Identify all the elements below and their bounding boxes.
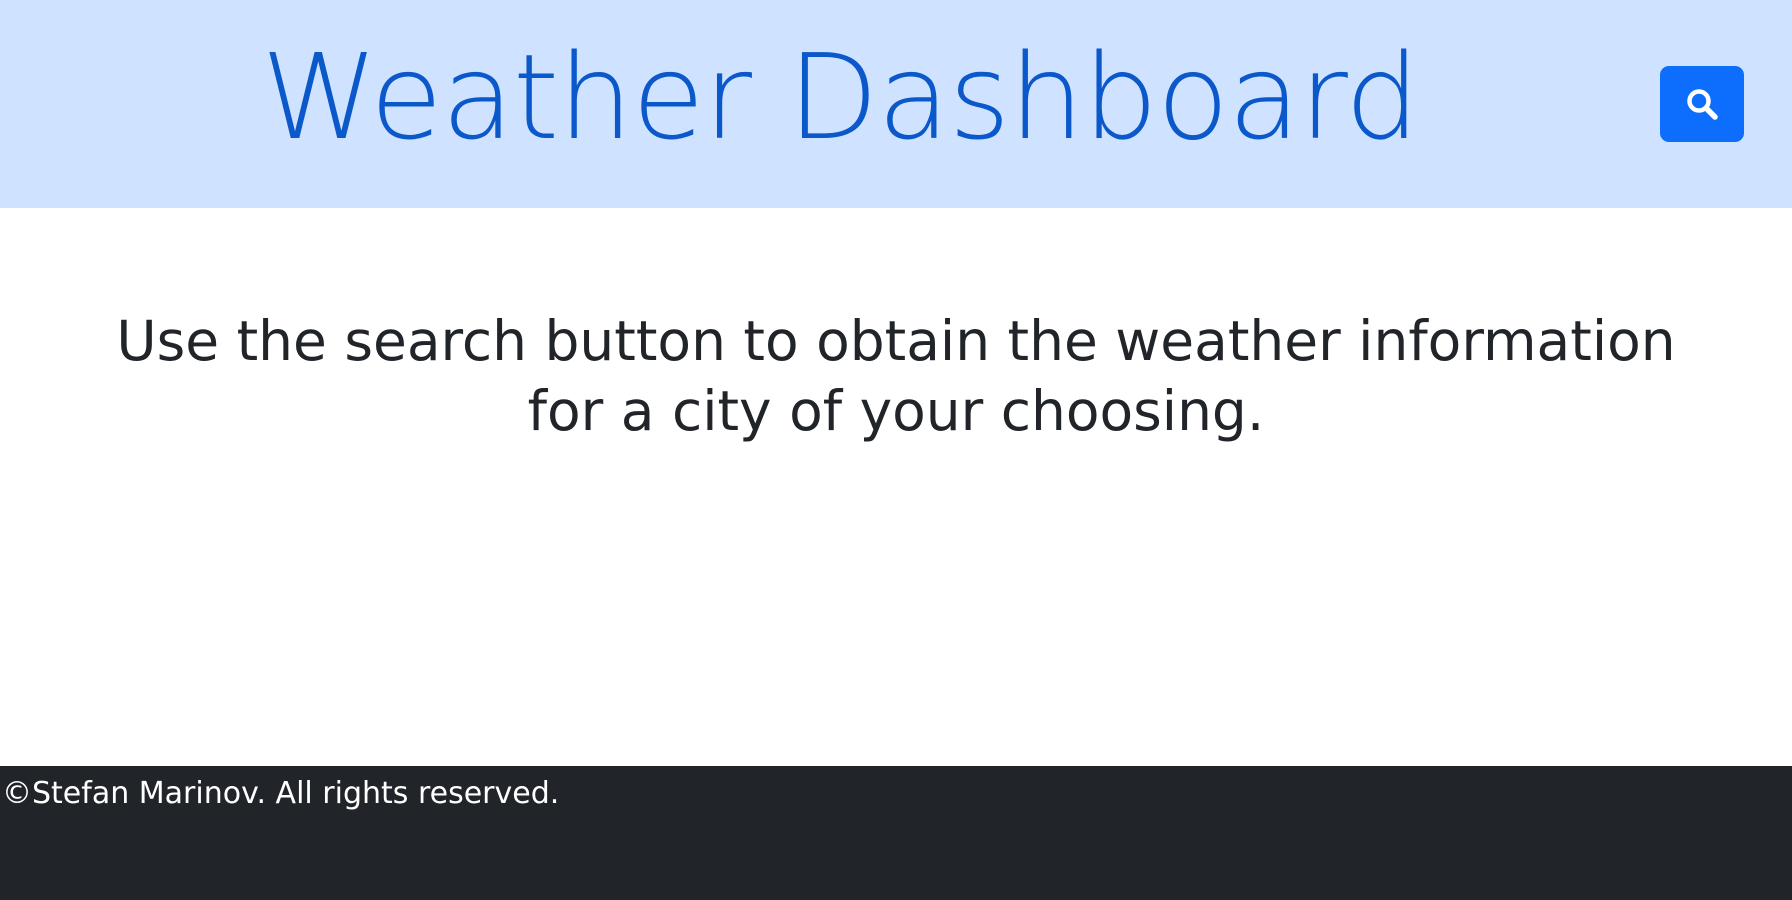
copyright-text: ©Stefan Marinov. All rights reserved.: [2, 776, 560, 811]
footer: ©Stefan Marinov. All rights reserved.: [0, 766, 1792, 900]
page: Weather Dashboard Use the search button …: [0, 0, 1792, 900]
header: Weather Dashboard: [0, 0, 1792, 208]
search-button[interactable]: [1660, 66, 1744, 142]
instructions-text: Use the search button to obtain the weat…: [116, 309, 1676, 443]
page-title: Weather Dashboard: [261, 28, 1420, 166]
search-icon: [1685, 87, 1719, 121]
